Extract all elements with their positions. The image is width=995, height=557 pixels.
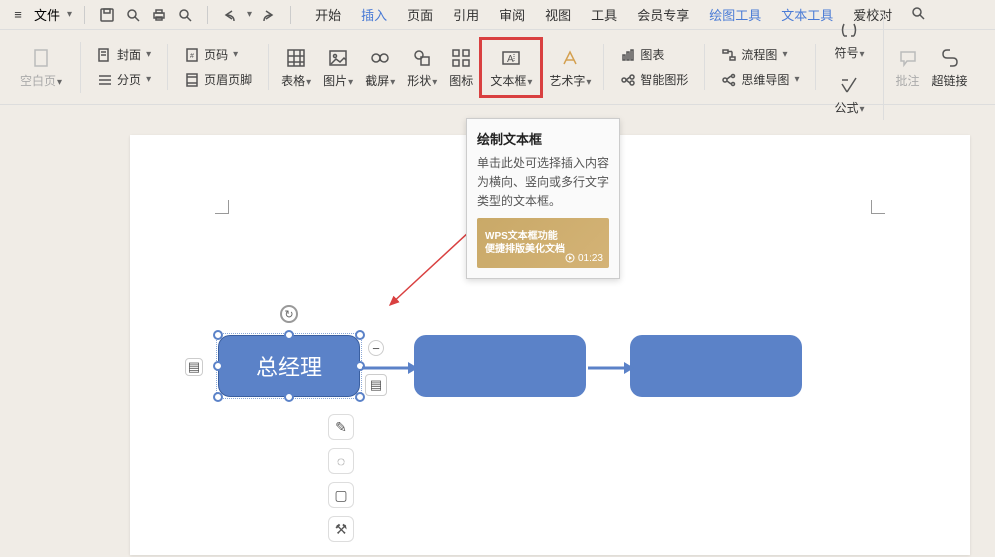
cover-icon	[97, 47, 113, 63]
picture-icon	[326, 46, 350, 70]
picture-button[interactable]: 图片▾	[317, 42, 359, 93]
chart-button[interactable]: 图表	[616, 44, 692, 65]
header-footer-icon	[184, 72, 200, 88]
comment-icon	[896, 46, 920, 70]
header-footer-button[interactable]: 页眉页脚	[180, 69, 256, 90]
flowchart-shape-1[interactable]: 总经理	[218, 335, 360, 397]
fill-icon-button[interactable]: ◌	[328, 448, 354, 474]
resize-handle[interactable]	[284, 330, 294, 340]
shape-button[interactable]: 形状▾	[401, 42, 443, 93]
resize-handle[interactable]	[213, 392, 223, 402]
flowchart-connector[interactable]	[586, 358, 636, 378]
print-preview-icon[interactable]	[123, 5, 143, 25]
tab-tool[interactable]: 工具	[583, 1, 625, 28]
resize-handle[interactable]	[284, 392, 294, 402]
redo-icon[interactable]	[258, 5, 278, 25]
chart-icon	[620, 47, 636, 63]
outline-icon-button[interactable]: ▢	[328, 482, 354, 508]
print-icon[interactable]	[149, 5, 169, 25]
chevron-down-icon: ▾	[247, 9, 252, 20]
wordart-icon	[558, 46, 582, 70]
more-icon-button[interactable]: ⚒	[328, 516, 354, 542]
page-num-icon: #	[184, 47, 200, 63]
symbol-button[interactable]: 符号▾	[828, 14, 870, 65]
menu-icon[interactable]: ≡	[8, 5, 28, 25]
textbox-icon: A	[499, 46, 523, 70]
svg-text:A: A	[507, 54, 514, 65]
play-time: 01:23	[565, 253, 603, 264]
chevron-down-icon: ▾	[67, 9, 72, 20]
hyperlink-button[interactable]: 超链接	[926, 42, 974, 93]
cover-button[interactable]: 封面▾	[93, 44, 155, 65]
textbox-button-highlight: A文本框▾	[479, 37, 543, 98]
flowchart-button[interactable]: 流程图▾	[717, 44, 803, 65]
undo-icon[interactable]	[220, 5, 240, 25]
resize-handle[interactable]	[213, 361, 223, 371]
svg-text:#: #	[190, 53, 194, 60]
mindmap-icon	[721, 72, 737, 88]
blank-page-label: 空白页	[20, 74, 56, 88]
shape-text: 总经理	[256, 350, 322, 382]
tab-insert[interactable]: 插入	[353, 1, 395, 28]
screenshot-button[interactable]: 截屏▾	[359, 42, 401, 93]
page-num-button[interactable]: #页码▾	[180, 44, 256, 65]
search-icon[interactable]	[910, 5, 926, 24]
hyperlink-icon	[938, 46, 962, 70]
margin-mark	[215, 200, 229, 214]
layout-options-button[interactable]: ▤	[185, 358, 203, 376]
smartart-button[interactable]: 智能图形	[616, 69, 692, 90]
shape-icon	[410, 46, 434, 70]
resize-handle[interactable]	[355, 392, 365, 402]
blank-page-icon	[29, 46, 53, 70]
mindmap-button[interactable]: 思维导图▾	[717, 69, 803, 90]
flowchart-shape-3[interactable]	[630, 335, 802, 397]
icon-button[interactable]: 图标	[443, 42, 479, 93]
section-icon	[97, 72, 113, 88]
equation-icon	[837, 73, 861, 97]
smartart-icon	[620, 72, 636, 88]
edit-icon-button[interactable]: ✎	[328, 414, 354, 440]
equation-button[interactable]: 公式▾	[828, 69, 870, 120]
resize-handle[interactable]	[355, 330, 365, 340]
resize-handle[interactable]	[213, 330, 223, 340]
flowchart-shape-2[interactable]	[414, 335, 586, 397]
tab-cite[interactable]: 引用	[445, 1, 487, 28]
tab-draw-tool[interactable]: 绘图工具	[701, 1, 769, 28]
remove-button[interactable]: −	[368, 340, 384, 356]
file-menu[interactable]: 文件	[34, 5, 60, 24]
tab-start[interactable]: 开始	[307, 1, 349, 28]
save-icon[interactable]	[97, 5, 117, 25]
preview-icon[interactable]	[175, 5, 195, 25]
flowchart-icon	[721, 47, 737, 63]
section-button[interactable]: 分页▾	[93, 69, 155, 90]
margin-mark	[871, 200, 885, 214]
table-button[interactable]: 表格▾	[275, 42, 317, 93]
tab-member[interactable]: 会员专享	[629, 1, 697, 28]
symbol-icon	[837, 18, 861, 42]
screenshot-icon	[368, 46, 392, 70]
tooltip-popover: 绘制文本框 单击此处可选择插入内容为横向、竖向或多行文字类型的文本框。 WPS文…	[466, 118, 620, 279]
blank-page-button[interactable]: 空白页▾	[14, 42, 68, 93]
tooltip-title: 绘制文本框	[477, 129, 609, 148]
wordart-button[interactable]: 艺术字▾	[543, 42, 597, 93]
tooltip-thumbnail[interactable]: WPS文本框功能 便捷排版美化文档 01:23	[477, 218, 609, 268]
rotate-handle[interactable]: ↻	[280, 305, 298, 323]
table-icon	[284, 46, 308, 70]
tooltip-body: 单击此处可选择插入内容为横向、竖向或多行文字类型的文本框。	[477, 154, 609, 212]
tab-review[interactable]: 审阅	[491, 1, 533, 28]
textbox-button[interactable]: A文本框▾	[484, 42, 538, 93]
flowchart-connector[interactable]	[360, 358, 420, 378]
icon-icon	[449, 46, 473, 70]
ribbon: 空白页▾ 封面▾ 分页▾ #页码▾ 页眉页脚 表格▾ 图片▾ 截屏▾ 形状▾ 图…	[0, 30, 995, 105]
tab-view[interactable]: 视图	[537, 1, 579, 28]
comment-button[interactable]: 批注	[890, 42, 926, 93]
tab-page[interactable]: 页面	[399, 1, 441, 28]
